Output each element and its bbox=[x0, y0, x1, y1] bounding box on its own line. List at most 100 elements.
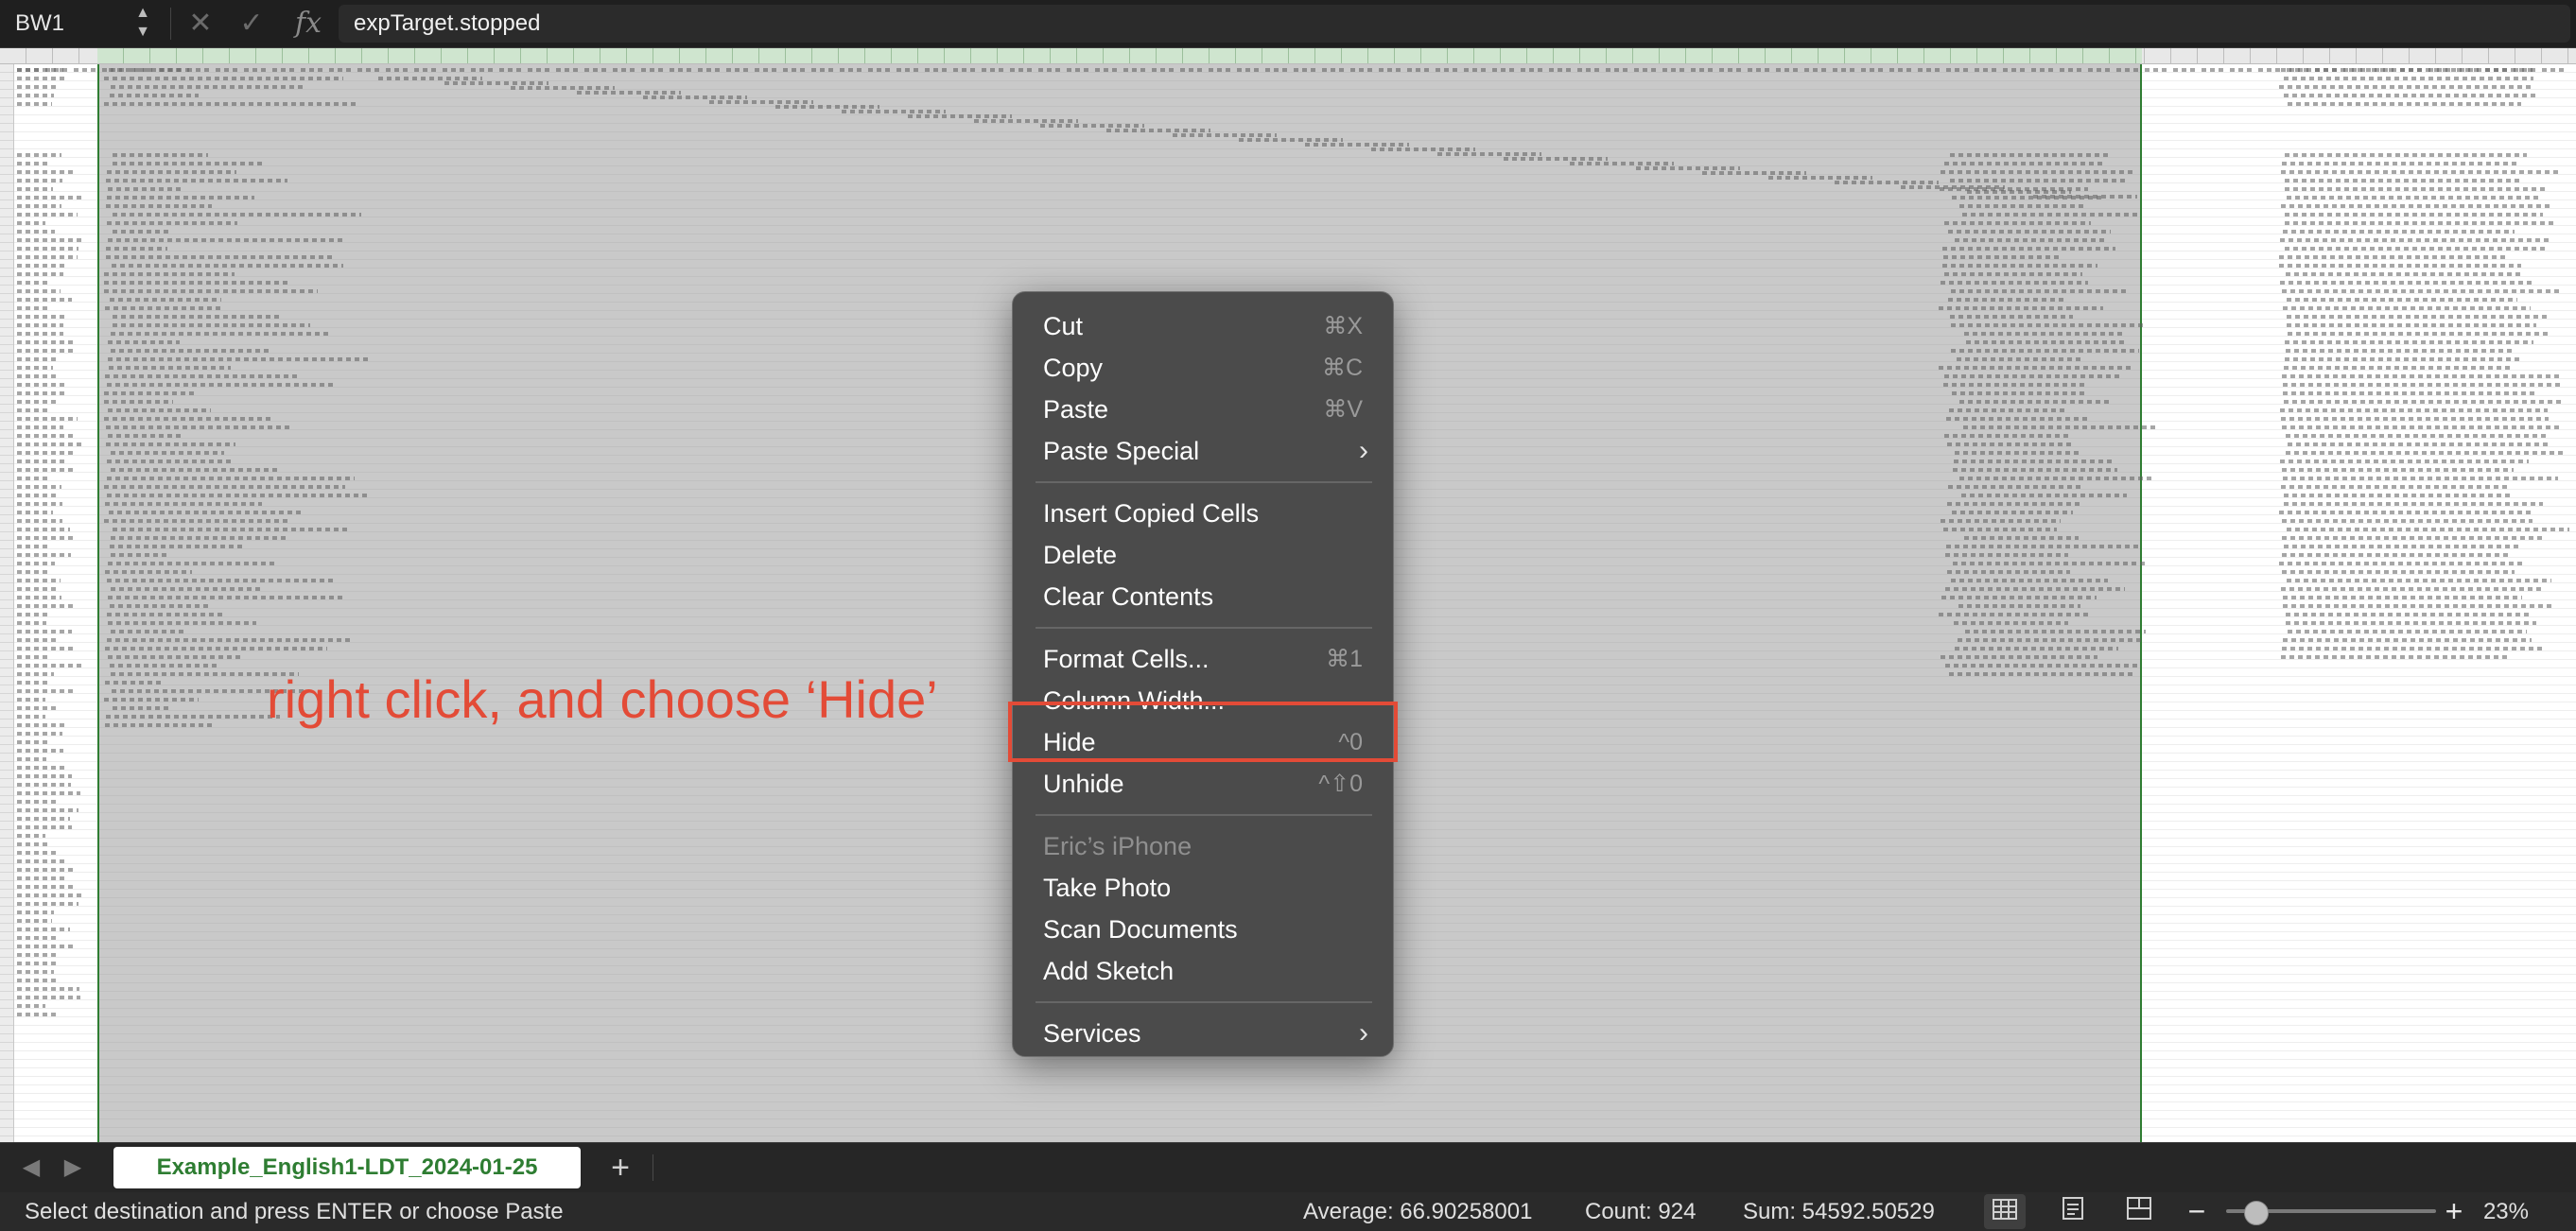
menu-item-cut[interactable]: Cut ⌘X bbox=[1017, 305, 1389, 347]
cell-text bbox=[17, 102, 52, 106]
menu-item-insert-copied-cells[interactable]: Insert Copied Cells bbox=[1017, 493, 1389, 534]
add-sheet-button[interactable]: + bbox=[601, 1147, 639, 1188]
cell-number bbox=[1941, 596, 2097, 599]
cell-number bbox=[107, 383, 336, 387]
cell-number bbox=[105, 502, 262, 506]
cell-text bbox=[17, 876, 67, 880]
menu-item-take-photo[interactable]: Take Photo bbox=[1017, 867, 1389, 909]
cell-number bbox=[1945, 664, 2139, 668]
cell-text bbox=[17, 664, 82, 668]
header-cell-text bbox=[2372, 68, 2394, 72]
prev-sheet-icon[interactable]: ◀ bbox=[17, 1149, 45, 1187]
normal-view-icon[interactable] bbox=[1984, 1194, 2026, 1229]
menu-item-add-sketch[interactable]: Add Sketch bbox=[1017, 950, 1389, 992]
header-cell-text bbox=[1464, 68, 1487, 72]
zoom-in-button[interactable]: + bbox=[2440, 1192, 2468, 1231]
cell-number bbox=[104, 272, 235, 276]
cell-number bbox=[109, 366, 231, 370]
menu-item-paste[interactable]: Paste ⌘V bbox=[1017, 389, 1389, 430]
selected-column-headers[interactable] bbox=[97, 48, 2142, 63]
header-cell-text bbox=[499, 68, 522, 72]
header-cell-text bbox=[1492, 68, 1515, 72]
cell-number bbox=[1504, 157, 1608, 161]
cell-number bbox=[1955, 647, 2118, 650]
cell-text bbox=[17, 417, 78, 421]
cell-text bbox=[2282, 647, 2544, 650]
menu-item-shortcut: ⌘1 bbox=[1326, 646, 1363, 672]
cell-number bbox=[908, 114, 1012, 118]
cell-number bbox=[1040, 124, 1144, 128]
cell-text bbox=[2280, 408, 2548, 412]
header-cell-text bbox=[386, 68, 409, 72]
page-break-view-icon[interactable] bbox=[2118, 1194, 2160, 1229]
sheet-tab-active[interactable]: Example_English1-LDT_2024-01-25 bbox=[113, 1147, 581, 1188]
cell-number bbox=[842, 110, 946, 113]
header-cell-text bbox=[357, 68, 380, 72]
cell-text bbox=[17, 808, 78, 812]
header-cell-text bbox=[2202, 68, 2224, 72]
cell-number bbox=[1942, 264, 2097, 268]
menu-item-delete[interactable]: Delete bbox=[1017, 534, 1389, 576]
header-cell-text bbox=[2343, 68, 2366, 72]
confirm-icon[interactable]: ✓ bbox=[233, 6, 270, 42]
name-box[interactable]: BW1 bbox=[15, 8, 119, 40]
menu-item-clear-contents[interactable]: Clear Contents bbox=[1017, 576, 1389, 617]
header-cell-text bbox=[1577, 68, 1600, 72]
cell-text bbox=[17, 842, 50, 846]
formula-bar: BW1 ▲ ▼ ✕ ✓ fx expTarget.stopped bbox=[0, 0, 2576, 48]
cell-number bbox=[108, 596, 344, 599]
hide-highlight-box bbox=[1008, 702, 1398, 762]
header-cell-text bbox=[925, 68, 948, 72]
menu-item-scan-documents[interactable]: Scan Documents bbox=[1017, 909, 1389, 950]
cell-number bbox=[113, 323, 310, 327]
cell-number bbox=[1944, 162, 2104, 165]
cell-text bbox=[17, 979, 57, 982]
menu-item-services[interactable]: Services › bbox=[1017, 1013, 1389, 1054]
formula-input[interactable]: expTarget.stopped bbox=[339, 5, 2570, 43]
menu-item-format-cells[interactable]: Format Cells... ⌘1 bbox=[1017, 638, 1389, 680]
header-cell-text bbox=[1549, 68, 1572, 72]
cell-text bbox=[17, 255, 78, 259]
page-layout-view-icon[interactable] bbox=[2052, 1194, 2094, 1229]
cell-number bbox=[1958, 638, 2145, 642]
cell-number bbox=[1954, 621, 2068, 625]
menu-item-copy[interactable]: Copy ⌘C bbox=[1017, 347, 1389, 389]
cell-number bbox=[1106, 129, 1210, 132]
cell-text bbox=[17, 834, 45, 838]
cell-number bbox=[1437, 152, 1541, 156]
fx-icon[interactable]: fx bbox=[287, 6, 329, 42]
cell-number bbox=[1942, 247, 2115, 251]
zoom-slider-thumb[interactable] bbox=[2244, 1201, 2270, 1225]
menu-item-label: Cut bbox=[1043, 312, 1084, 340]
cell-number bbox=[1939, 366, 2133, 370]
menu-item-paste-special[interactable]: Paste Special › bbox=[1017, 430, 1389, 472]
cell-text bbox=[2286, 451, 2567, 455]
zoom-out-button[interactable]: − bbox=[2183, 1192, 2211, 1231]
cell-number bbox=[108, 357, 370, 361]
cells-right[interactable] bbox=[2142, 64, 2576, 1142]
cell-text bbox=[17, 502, 62, 506]
cell-number bbox=[106, 425, 293, 429]
header-cell-text bbox=[556, 68, 579, 72]
cell-number bbox=[1946, 417, 2089, 421]
cell-number bbox=[105, 374, 298, 378]
cell-number bbox=[104, 400, 173, 404]
cell-number bbox=[1949, 408, 2064, 412]
cell-number bbox=[1768, 176, 1872, 180]
name-box-stepper-icon[interactable]: ▲ ▼ bbox=[131, 4, 155, 43]
zoom-level[interactable]: 23% bbox=[2472, 1192, 2529, 1231]
cell-text bbox=[2281, 485, 2511, 489]
cell-number bbox=[108, 655, 243, 659]
menu-item-unhide[interactable]: Unhide ^⇧0 bbox=[1017, 763, 1389, 805]
cell-text bbox=[2283, 306, 2531, 310]
row-header[interactable] bbox=[0, 64, 14, 1142]
cancel-icon[interactable]: ✕ bbox=[182, 6, 219, 42]
cell-text bbox=[17, 272, 63, 276]
next-sheet-icon[interactable]: ▶ bbox=[59, 1149, 87, 1187]
header-cell-text bbox=[159, 68, 182, 72]
cell-text bbox=[17, 425, 63, 429]
cell-text bbox=[2283, 596, 2522, 599]
cell-number bbox=[1958, 604, 2080, 608]
cell-text bbox=[17, 383, 67, 387]
cell-number bbox=[709, 100, 813, 104]
